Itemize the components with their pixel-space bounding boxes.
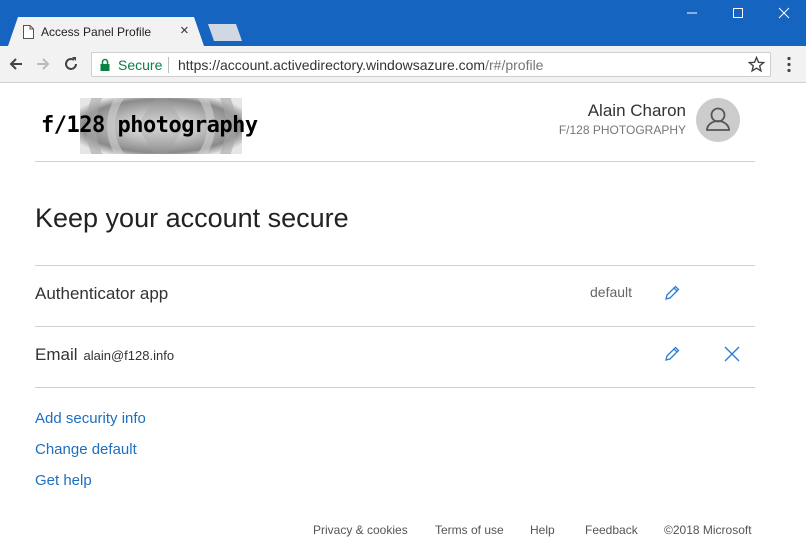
tab-title: Access Panel Profile bbox=[41, 25, 152, 39]
edit-pencil-icon[interactable] bbox=[663, 284, 681, 302]
company-logo: f/128 photography bbox=[35, 98, 275, 154]
change-default-link[interactable]: Change default bbox=[35, 441, 137, 458]
browser-toolbar: Secure https://account.activedirectory.w… bbox=[0, 46, 806, 83]
reload-icon[interactable] bbox=[61, 54, 81, 74]
edit-pencil-icon[interactable] bbox=[663, 345, 681, 363]
bookmark-star-icon[interactable] bbox=[748, 56, 765, 73]
back-icon[interactable] bbox=[6, 54, 26, 74]
user-icon bbox=[706, 107, 730, 131]
page-icon bbox=[23, 25, 34, 39]
address-bar[interactable]: Secure https://account.activedirectory.w… bbox=[91, 52, 771, 77]
footer-feedback-link[interactable]: Feedback bbox=[585, 523, 638, 537]
omnibox-divider bbox=[168, 57, 169, 73]
add-security-info-link[interactable]: Add security info bbox=[35, 410, 146, 427]
browser-titlebar: Access Panel Profile × bbox=[0, 0, 806, 46]
method-row-authenticator: Authenticator app bbox=[35, 284, 168, 304]
lock-icon bbox=[100, 58, 110, 71]
secure-label: Secure bbox=[118, 57, 163, 73]
close-window-icon[interactable] bbox=[774, 4, 794, 22]
get-help-link[interactable]: Get help bbox=[35, 472, 92, 489]
default-badge: default bbox=[590, 284, 633, 300]
url-main: https://account.activedirectory.windowsa… bbox=[178, 57, 486, 73]
footer-privacy-link[interactable]: Privacy & cookies bbox=[313, 523, 408, 537]
divider bbox=[35, 265, 755, 266]
divider bbox=[35, 326, 755, 327]
organization-name: F/128 PHOTOGRAPHY bbox=[558, 123, 686, 137]
footer-terms-link[interactable]: Terms of use bbox=[435, 523, 504, 537]
avatar[interactable] bbox=[696, 98, 740, 142]
footer-help-link[interactable]: Help bbox=[530, 523, 555, 537]
method-row-email: Email alain@f128.info bbox=[35, 345, 174, 365]
forward-icon[interactable] bbox=[33, 54, 53, 74]
email-address: alain@f128.info bbox=[83, 348, 175, 363]
minimize-icon[interactable] bbox=[682, 4, 702, 22]
delete-x-icon[interactable] bbox=[723, 345, 741, 363]
new-tab-button[interactable] bbox=[208, 24, 242, 41]
logo-text: f/128 photography bbox=[41, 113, 258, 138]
copyright: ©2018 Microsoft bbox=[664, 523, 752, 537]
tab-close-icon[interactable]: × bbox=[180, 23, 189, 38]
user-name: Alain Charon bbox=[587, 101, 686, 120]
browser-menu-icon[interactable] bbox=[786, 56, 792, 73]
url-text[interactable]: https://account.activedirectory.windowsa… bbox=[178, 57, 543, 73]
divider bbox=[35, 387, 755, 388]
url-rest: /r#/profile bbox=[485, 57, 544, 73]
page-title: Keep your account secure bbox=[35, 203, 349, 233]
maximize-icon[interactable] bbox=[728, 4, 748, 22]
method-label: Authenticator app bbox=[35, 284, 169, 303]
header-divider bbox=[35, 161, 755, 162]
method-label: Email bbox=[35, 345, 78, 364]
